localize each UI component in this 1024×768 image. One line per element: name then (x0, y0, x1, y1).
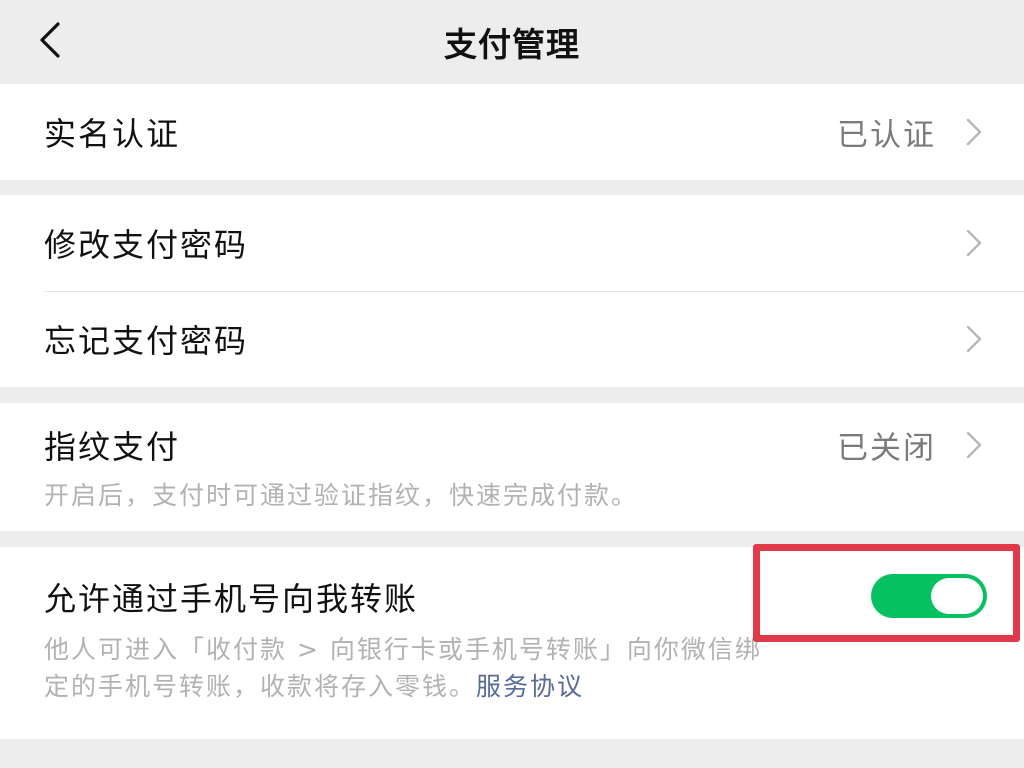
group-fingerprint: 指纹支付 已关闭 开启后，支付时可通过验证指纹，快速完成付款。 (0, 403, 1024, 531)
row-status-value: 已认证 (837, 117, 936, 154)
group-real-name: 实名认证 已认证 (0, 84, 1024, 180)
description-line-2: 定的手机号转账，收款将存入零钱。服务协议 (44, 668, 988, 705)
row-label: 指纹支付 (44, 428, 181, 466)
toggle-knob (931, 578, 983, 614)
row-fingerprint-payment[interactable]: 指纹支付 已关闭 (0, 403, 1024, 487)
phone-transfer-toggle[interactable] (871, 574, 987, 618)
row-label: 实名认证 (44, 115, 181, 153)
payment-management-screen: 支付管理 实名认证 已认证 修改支付密码 忘记支付密码 指纹支付 已关闭 开启后… (0, 0, 1024, 768)
description-line: 他人可进入「收付款 > 向银行卡或手机号转账」向你微信绑 (44, 635, 762, 664)
nav-bar: 支付管理 (0, 0, 1024, 82)
group-password: 修改支付密码 忘记支付密码 (0, 195, 1024, 387)
chevron-right-icon (962, 322, 986, 356)
fingerprint-description: 开启后，支付时可通过验证指纹，快速完成付款。 (44, 481, 639, 510)
row-status-value: 已关闭 (837, 430, 936, 467)
row-forgot-password[interactable]: 忘记支付密码 (0, 291, 1024, 387)
chevron-right-icon (962, 428, 986, 462)
chevron-right-icon (962, 226, 986, 260)
group-phone-transfer: 允许通过手机号向我转账 他人可进入「收付款 > 向银行卡或手机号转账」向你微信绑… (0, 547, 1024, 739)
phone-transfer-description: 他人可进入「收付款 > 向银行卡或手机号转账」向你微信绑 定的手机号转账，收款将… (44, 631, 988, 705)
page-title: 支付管理 (444, 25, 580, 64)
description-text: 定的手机号转账，收款将存入零钱。 (44, 672, 477, 701)
chevron-right-icon (962, 115, 986, 149)
row-label: 允许通过手机号向我转账 (44, 580, 419, 618)
row-change-password[interactable]: 修改支付密码 (0, 195, 1024, 291)
service-agreement-link[interactable]: 服务协议 (476, 672, 584, 701)
row-real-name-verification[interactable]: 实名认证 已认证 (0, 84, 1024, 180)
row-label: 忘记支付密码 (44, 322, 249, 360)
row-label: 修改支付密码 (44, 226, 249, 264)
